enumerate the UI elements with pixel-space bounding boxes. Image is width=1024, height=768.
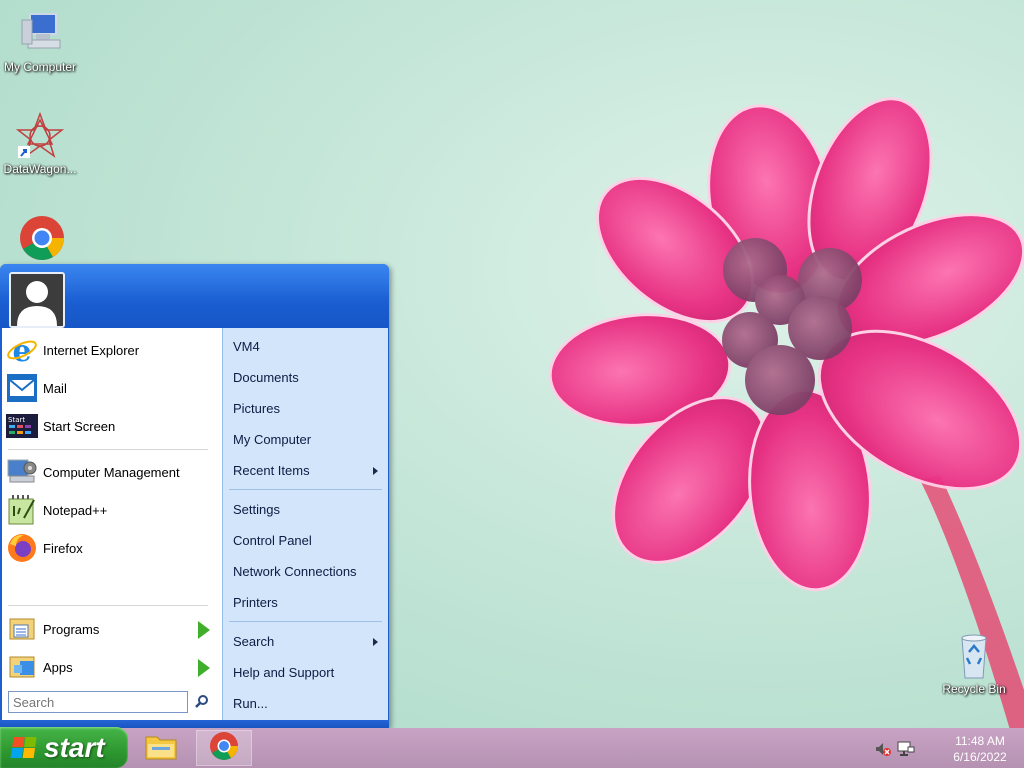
desktop-icon-label: My Computer [3,60,77,74]
computer-management-icon [6,456,38,488]
start-button[interactable]: start [0,727,128,768]
right-item-run[interactable]: Run... [233,694,378,714]
search-label: Search [233,634,275,649]
submenu-arrow-icon [373,638,378,646]
desktop-icon-datawagon[interactable]: DataWagon... [0,111,80,176]
chrome-icon [209,731,239,766]
right-item-network-connections[interactable]: Network Connections [233,562,378,582]
right-item-control-panel[interactable]: Control Panel [233,531,378,551]
recent-items-label: Recent Items [233,463,310,478]
right-item-search[interactable]: Search [233,632,378,652]
taskbar-chrome-button[interactable] [196,730,252,766]
recent-item-computer-management[interactable]: Computer Management [6,454,218,490]
apps-label: Apps [43,659,73,675]
desktop-icon-chrome[interactable] [0,214,80,264]
submenu-arrow-icon [373,467,378,475]
start-label: start [44,731,105,763]
user-avatar-icon[interactable] [9,272,65,328]
svg-text:e: e [12,334,31,366]
clock-time: 11:48 AM [955,734,1005,748]
file-explorer-icon [144,731,178,766]
network-icon[interactable] [897,740,915,758]
divider [229,621,382,622]
pinned-item-label: Start Screen [43,418,116,434]
right-item-recent-items[interactable]: Recent Items [233,461,378,481]
taskbar-file-explorer-button[interactable] [139,730,183,766]
start-screen-icon: Start [6,410,38,442]
clock-date: 6/16/2022 [953,750,1007,764]
recent-item-label: Computer Management [43,464,180,480]
pinned-item-internet-explorer[interactable]: e Internet Explorer [6,332,218,368]
pinned-item-label: Internet Explorer [43,342,140,358]
apps-menu-item[interactable]: Apps [6,649,218,685]
divider [229,489,382,490]
desktop-icon-recycle-bin[interactable]: Recycle Bin [934,632,1014,696]
start-menu-left-pane: e Internet Explorer Mail Start Start Scr… [2,328,222,720]
start-menu-header [0,264,389,328]
computer-icon [16,10,64,58]
recent-item-notepad-plus-plus[interactable]: Notepad++ [6,492,218,528]
programs-icon [6,613,38,645]
right-item-pictures[interactable]: Pictures [233,399,378,419]
start-menu-right-pane: VM4 Documents Pictures My Computer Recen… [222,328,388,720]
start-menu: e Internet Explorer Mail Start Start Scr… [0,264,389,728]
search-icon[interactable] [194,694,210,710]
right-item-my-computer[interactable]: My Computer [233,430,378,450]
desktop-icon-label: Recycle Bin [942,682,1006,696]
svg-text:Start: Start [8,416,25,424]
start-search-input[interactable] [8,691,188,713]
desktop-icon-label: DataWagon... [3,162,77,176]
right-item-documents[interactable]: Documents [233,368,378,388]
internet-explorer-icon: e [6,334,38,366]
apps-icon [6,651,38,683]
recent-item-firefox[interactable]: Firefox [6,530,218,566]
recent-item-label: Notepad++ [43,502,108,518]
pinned-item-mail[interactable]: Mail [6,370,218,406]
pinned-item-label: Mail [43,380,67,396]
notepad-plus-plus-icon [6,494,38,526]
datawagon-icon [15,111,65,160]
divider [8,605,208,606]
recycle-bin-icon [950,632,998,680]
right-item-help-and-support[interactable]: Help and Support [233,663,378,683]
windows-logo-icon [10,734,38,762]
right-item-printers[interactable]: Printers [233,593,378,613]
programs-label: Programs [43,621,100,637]
recent-item-label: Firefox [43,540,83,556]
programs-menu-item[interactable]: Programs [6,611,218,647]
right-item-settings[interactable]: Settings [233,500,378,520]
pinned-item-start-screen[interactable]: Start Start Screen [6,408,218,444]
firefox-icon [6,532,38,564]
divider [8,449,208,450]
submenu-arrow-icon [198,621,210,639]
mail-icon [6,372,38,404]
taskbar-clock[interactable]: 11:48 AM 6/16/2022 [940,733,1020,765]
submenu-arrow-icon [198,659,210,677]
desktop-icon-my-computer[interactable]: My Computer [0,10,80,74]
volume-muted-icon[interactable] [874,740,892,758]
right-item-vm4[interactable]: VM4 [233,337,378,357]
chrome-shortcut-icon [16,214,64,262]
